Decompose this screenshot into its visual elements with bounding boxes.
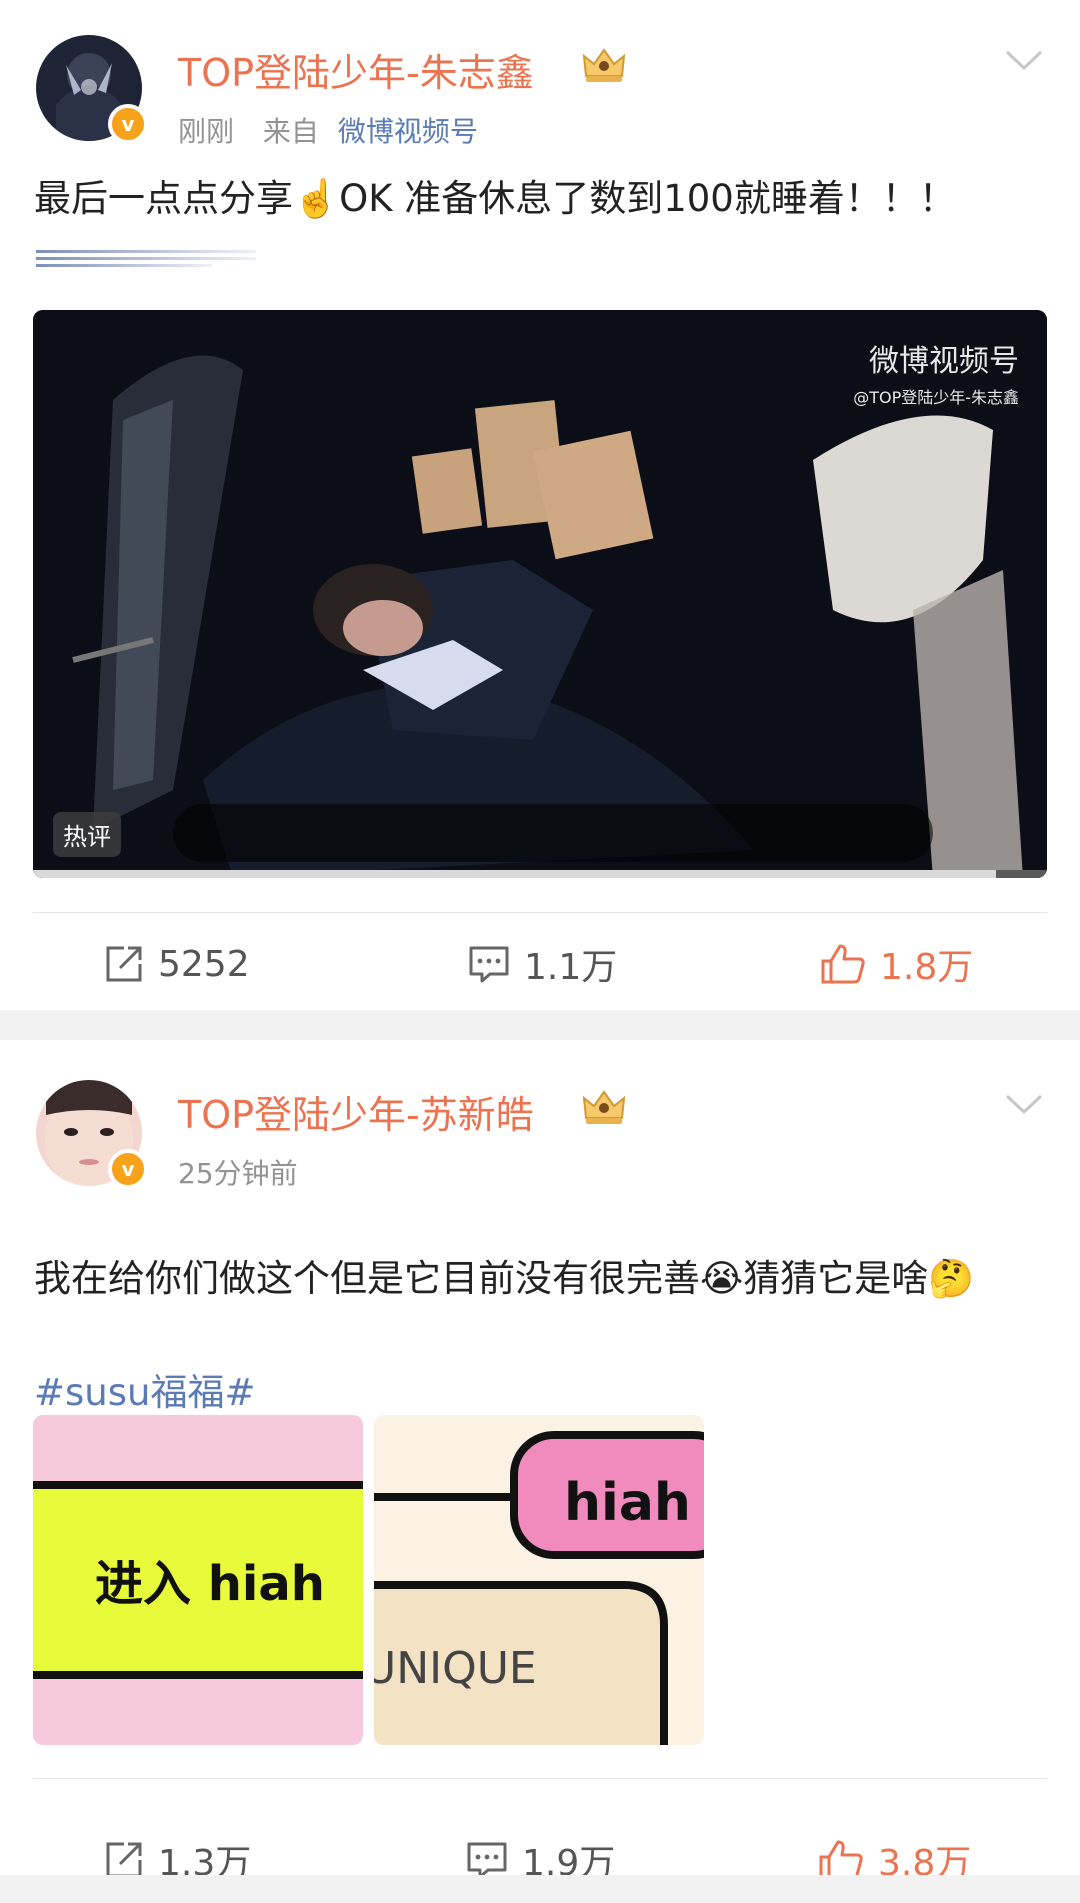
post-meta: 刚刚 来自 微博视频号 (178, 110, 478, 150)
username[interactable]: TOP登陆少年-苏新皓 (178, 1084, 534, 1139)
divider (33, 912, 1047, 913)
share-icon (106, 946, 142, 982)
like-button[interactable]: 1.8万 (820, 934, 973, 994)
post-source-link[interactable]: 微博视频号 (338, 115, 478, 148)
post-time: 刚刚 (178, 115, 235, 148)
watermark-handle: @TOP登陆少年-朱志鑫 (853, 388, 1019, 407)
image1-text: 进入 hiah (95, 1556, 325, 1612)
comment-button[interactable]: 1.1万 (468, 934, 617, 994)
divider (33, 1778, 1047, 1779)
share-icon (106, 1842, 142, 1878)
feed-gap (0, 1875, 1080, 1903)
post-text: 最后一点点分享☝️OK 准备休息了数到100就睡着！！！ (34, 177, 956, 220)
hot-comment-bar[interactable] (173, 804, 933, 862)
action-bar: 5252 1.1万 1.8万 (0, 934, 1080, 994)
post-image-2[interactable]: hiah UNIQUE (374, 1415, 704, 1745)
from-label: 来自 (262, 115, 319, 148)
video-watermark: 微博视频号 @TOP登陆少年-朱志鑫 (853, 336, 1019, 408)
share-count: 5252 (158, 943, 250, 985)
comment-count: 1.1万 (524, 947, 618, 988)
loading-placeholder (36, 250, 256, 272)
video-player[interactable]: 微博视频号 @TOP登陆少年-朱志鑫 热评 (33, 310, 1047, 878)
post-card-1: v TOP登陆少年-朱志鑫 刚刚 来自 微博视频号 最后一点点分享☝️OK 准备… (0, 0, 1080, 1010)
video-progress-bar[interactable] (33, 870, 1047, 878)
crown-icon (582, 1090, 626, 1124)
like-icon (821, 944, 865, 984)
image2-bottom-text: UNIQUE (374, 1643, 537, 1694)
image2-top-text: hiah (564, 1473, 691, 1533)
share-button[interactable]: 5252 (104, 934, 250, 994)
post-meta: 25分钟前 (178, 1152, 298, 1192)
hashtag-link[interactable]: #susu福福# (34, 1362, 255, 1416)
post-image-1[interactable]: 进入 hiah (33, 1415, 363, 1745)
watermark-text: 微博视频号 (869, 344, 1019, 379)
username[interactable]: TOP登陆少年-朱志鑫 (178, 42, 534, 97)
post-time: 25分钟前 (178, 1157, 298, 1190)
verified-badge-icon: v (108, 1149, 148, 1189)
chevron-down-icon[interactable] (1004, 1092, 1044, 1118)
post-text: 我在给你们做这个但是它目前没有很完善😭猜猜它是啥🤔 (34, 1257, 975, 1300)
chevron-down-icon[interactable] (1004, 48, 1044, 74)
comment-icon (469, 946, 509, 983)
like-count: 1.8万 (880, 947, 974, 988)
verified-badge-icon: v (108, 104, 148, 144)
video-progress-fill (33, 870, 997, 878)
comment-icon (467, 1842, 507, 1879)
crown-icon (582, 48, 626, 82)
post-card-2: v TOP登陆少年-苏新皓 25分钟前 我在给你们做这个但是它目前没有很完善😭猜… (0, 1040, 1080, 1884)
hot-comment-tag: 热评 (53, 812, 121, 857)
